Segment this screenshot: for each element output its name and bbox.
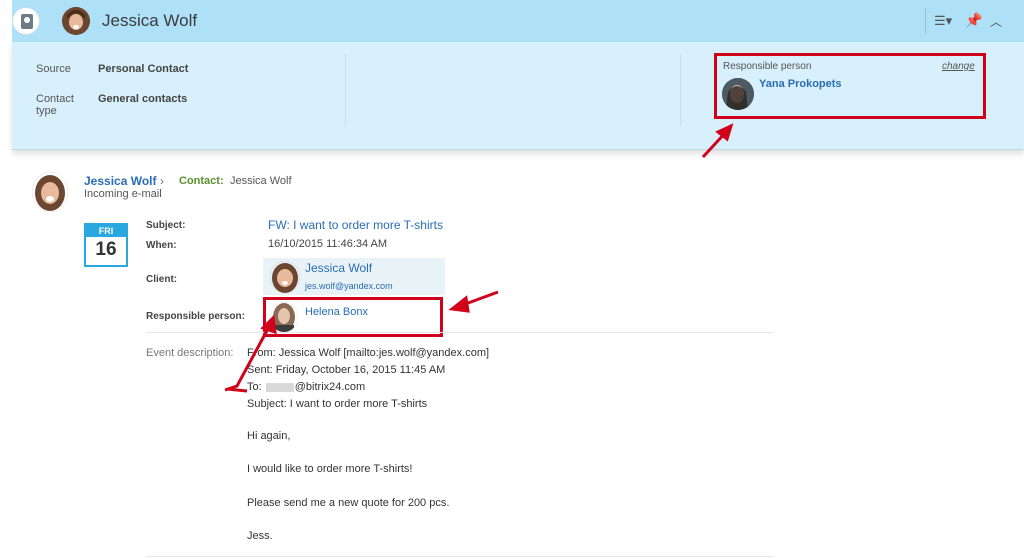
arrow-line xyxy=(226,387,248,393)
arrow-line xyxy=(224,324,272,392)
arrow-head xyxy=(448,295,470,313)
annotation-arrows xyxy=(224,123,734,393)
arrow-head xyxy=(260,314,277,335)
